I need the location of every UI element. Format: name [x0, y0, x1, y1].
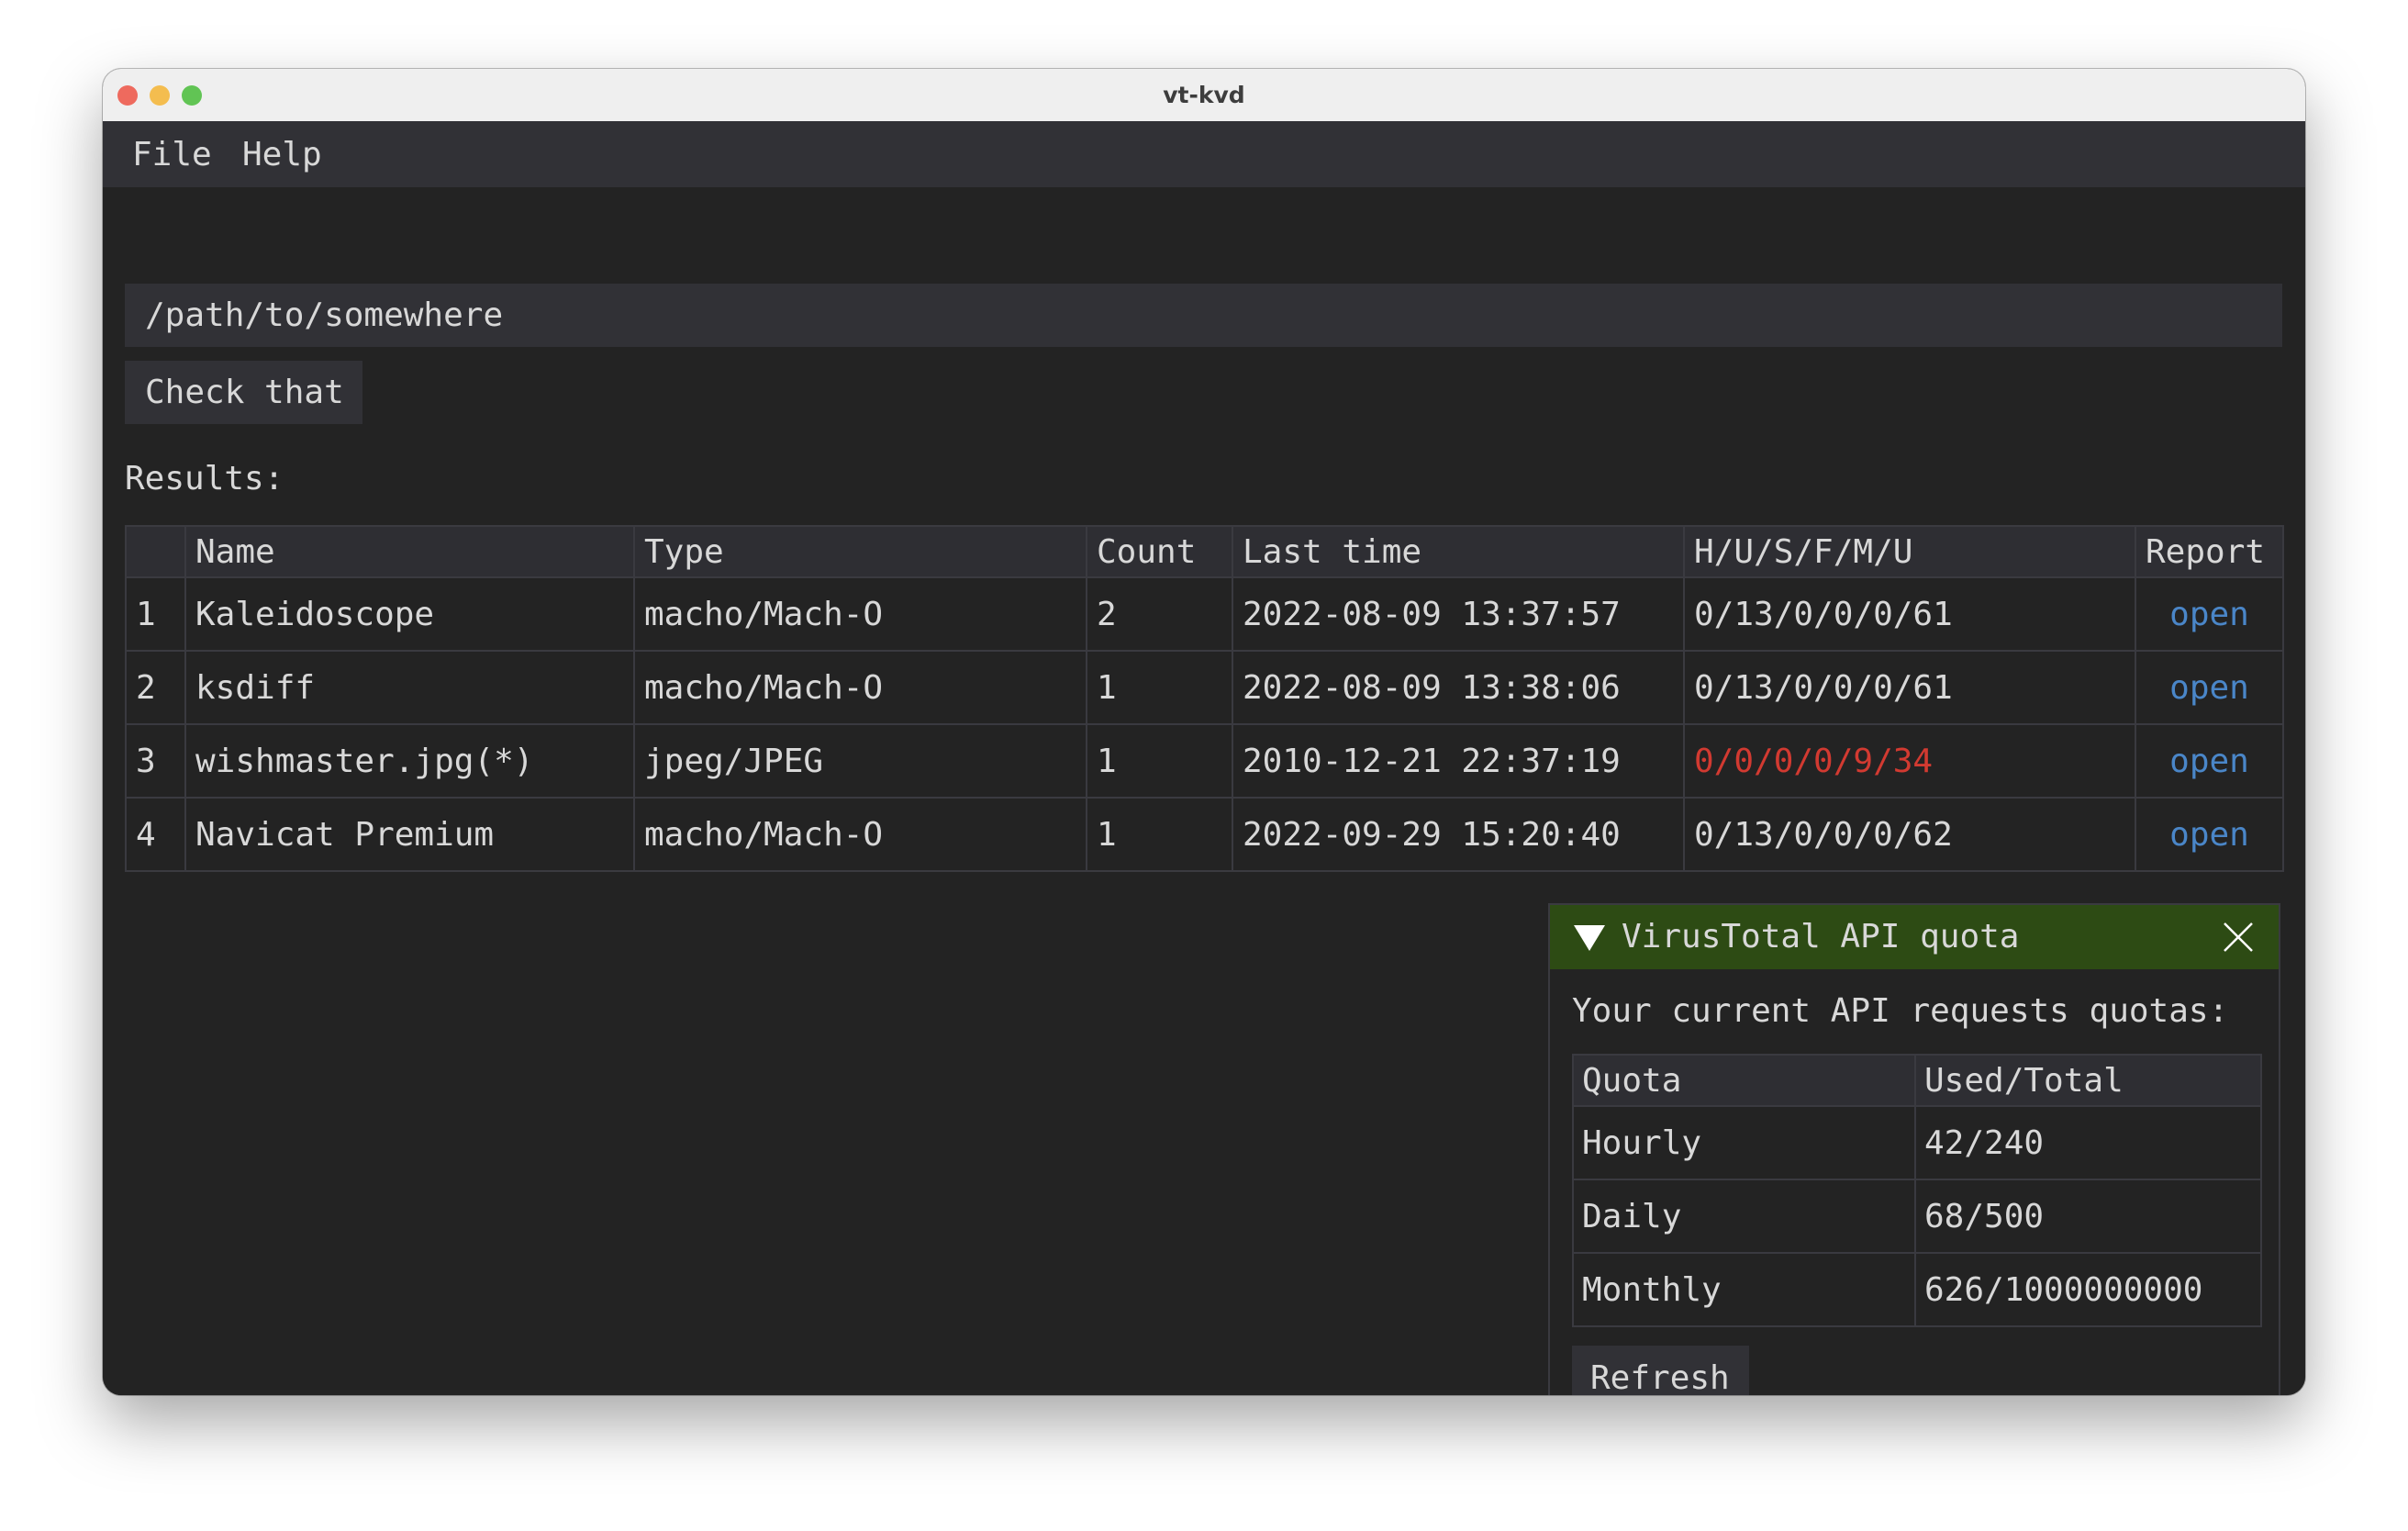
window-title: vt-kvd	[1163, 82, 1245, 108]
file-type: macho/Mach-O	[633, 576, 1087, 652]
column-header-report[interactable]: Report	[2135, 525, 2284, 578]
results-header-row: Name Type Count Last time H/U/S/F/M/U Re…	[125, 525, 2284, 578]
menu-file[interactable]: File	[132, 136, 212, 173]
quota-row: Daily 68/500	[1572, 1179, 2262, 1254]
quota-name: Monthly	[1572, 1252, 1916, 1327]
path-input[interactable]	[125, 284, 2282, 347]
menu-help[interactable]: Help	[242, 136, 322, 173]
column-header-name[interactable]: Name	[184, 525, 635, 578]
quota-table: Quota Used/Total Hourly 42/240 Daily 68/…	[1572, 1054, 2262, 1327]
app-window: vt-kvd File Help Check that Results: Nam…	[103, 69, 2305, 1395]
quota-row: Hourly 42/240	[1572, 1105, 2262, 1180]
collapse-triangle-icon[interactable]	[1574, 925, 1605, 951]
column-header-index[interactable]	[125, 525, 186, 578]
detection-stats: 0/13/0/0/0/62	[1683, 797, 2136, 872]
quota-window: VirusTotal API quota Your current API re…	[1548, 903, 2280, 1395]
quota-row: Monthly 626/1000000000	[1572, 1252, 2262, 1327]
refresh-button[interactable]: Refresh	[1572, 1346, 1749, 1395]
quota-used-total: 626/1000000000	[1914, 1252, 2262, 1327]
file-name: Navicat Premium	[184, 797, 635, 872]
column-header-last-time[interactable]: Last time	[1232, 525, 1685, 578]
row-index: 4	[125, 797, 186, 872]
open-report-link[interactable]: open	[2169, 596, 2249, 633]
quota-header-row: Quota Used/Total	[1572, 1054, 2262, 1107]
check-count: 1	[1086, 650, 1233, 725]
main-content: Check that Results: Name Type Count Last…	[103, 187, 2305, 1395]
menu-bar: File Help	[103, 121, 2305, 187]
quota-name: Hourly	[1572, 1105, 1916, 1180]
column-header-stats[interactable]: H/U/S/F/M/U	[1683, 525, 2136, 578]
title-bar: vt-kvd	[103, 69, 2305, 122]
detection-stats-alert: 0/0/0/0/9/34	[1683, 723, 2136, 799]
quota-window-header[interactable]: VirusTotal API quota	[1550, 905, 2279, 969]
file-type: macho/Mach-O	[633, 797, 1087, 872]
check-count: 2	[1086, 576, 1233, 652]
column-header-count[interactable]: Count	[1086, 525, 1233, 578]
table-row[interactable]: 1 Kaleidoscope macho/Mach-O 2 2022-08-09…	[125, 576, 2284, 652]
row-index: 2	[125, 650, 186, 725]
quota-used-total: 42/240	[1914, 1105, 2262, 1180]
check-that-button[interactable]: Check that	[125, 361, 362, 424]
file-type: macho/Mach-O	[633, 650, 1087, 725]
detection-stats: 0/13/0/0/0/61	[1683, 650, 2136, 725]
table-row[interactable]: 4 Navicat Premium macho/Mach-O 1 2022-09…	[125, 797, 2284, 872]
results-label: Results:	[125, 460, 284, 497]
row-index: 3	[125, 723, 186, 799]
check-count: 1	[1086, 723, 1233, 799]
file-type: jpeg/JPEG	[633, 723, 1087, 799]
last-time: 2010-12-21 22:37:19	[1232, 723, 1685, 799]
column-header-used-total: Used/Total	[1914, 1054, 2262, 1107]
row-index: 1	[125, 576, 186, 652]
open-report-link[interactable]: open	[2169, 816, 2249, 854]
check-count: 1	[1086, 797, 1233, 872]
detection-stats: 0/13/0/0/0/61	[1683, 576, 2136, 652]
last-time: 2022-09-29 15:20:40	[1232, 797, 1685, 872]
open-report-link[interactable]: open	[2169, 669, 2249, 707]
quota-description: Your current API requests quotas:	[1572, 992, 2229, 1030]
close-icon[interactable]	[2222, 921, 2255, 954]
file-name: ksdiff	[184, 650, 635, 725]
last-time: 2022-08-09 13:38:06	[1232, 650, 1685, 725]
last-time: 2022-08-09 13:37:57	[1232, 576, 1685, 652]
file-name: wishmaster.jpg(*)	[184, 723, 635, 799]
column-header-quota: Quota	[1572, 1054, 1916, 1107]
quota-window-title: VirusTotal API quota	[1622, 918, 2020, 955]
quota-used-total: 68/500	[1914, 1179, 2262, 1254]
open-report-link[interactable]: open	[2169, 743, 2249, 780]
table-row[interactable]: 2 ksdiff macho/Mach-O 1 2022-08-09 13:38…	[125, 650, 2284, 725]
file-name: Kaleidoscope	[184, 576, 635, 652]
column-header-type[interactable]: Type	[633, 525, 1087, 578]
results-table: Name Type Count Last time H/U/S/F/M/U Re…	[125, 525, 2284, 872]
quota-name: Daily	[1572, 1179, 1916, 1254]
table-row[interactable]: 3 wishmaster.jpg(*) jpeg/JPEG 1 2010-12-…	[125, 723, 2284, 799]
